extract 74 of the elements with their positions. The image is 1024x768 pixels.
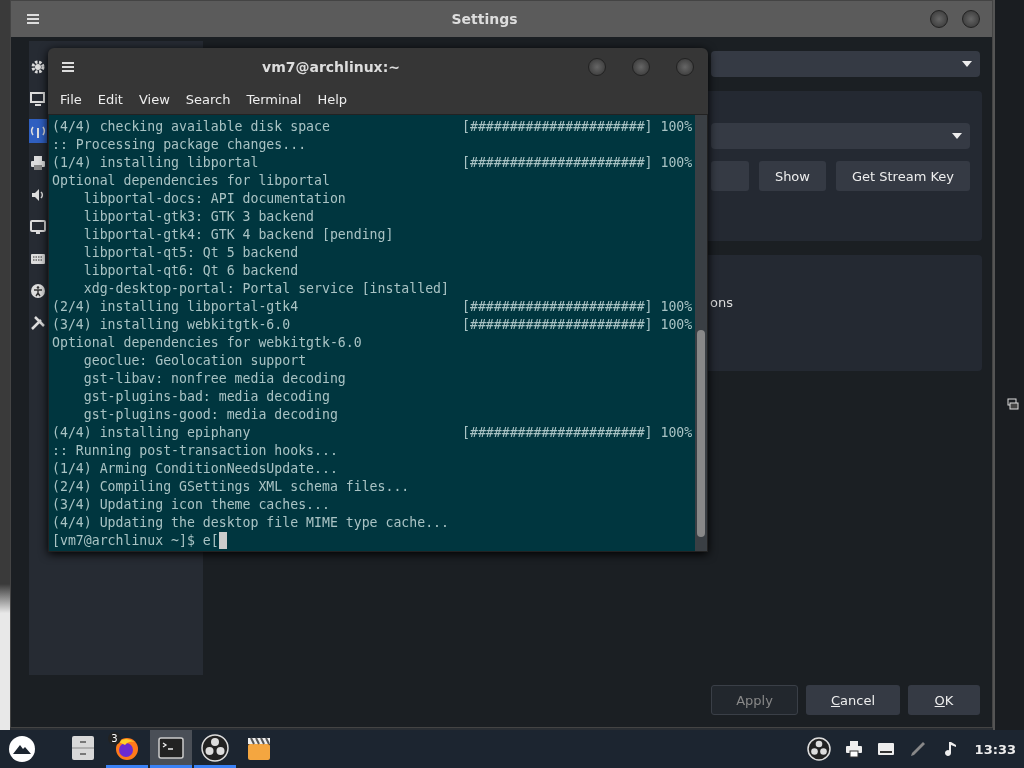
terminal-line: (4/4) checking available disk space [52,118,331,136]
caret-icon [962,61,972,67]
obs-tray-icon[interactable] [806,737,831,761]
menu-icon[interactable] [27,14,39,24]
terminal-line: xdg-desktop-portal: Portal service [installed] [82,280,449,298]
terminal-line: gst-libav: nonfree media decoding [82,370,346,388]
terminal-line: (2/4) Compiling GSettings XML schema files... [52,478,410,496]
tools-icon [30,315,46,331]
terminal-line: gst-plugins-bad: media decoding [82,388,330,406]
obs-icon [201,733,229,762]
screen-icon [30,219,46,235]
speaker-icon [30,187,46,203]
terminal-line: (3/4) installing webkitgtk-6.0 [52,316,292,334]
option-label: ons [710,295,734,310]
terminal-line: libportal-qt6: Qt 6 backend [82,262,299,280]
menu-item[interactable]: Search [177,91,239,107]
menu-item[interactable]: Edit [89,91,131,107]
menu-item[interactable]: View [130,91,178,107]
caret-icon [952,133,962,139]
progress-text: [######################] 100% [462,118,693,136]
stream-key-field[interactable] [711,161,749,191]
taskbar-app[interactable]: 3 [106,730,148,768]
scroll-thumb[interactable] [697,330,705,537]
maximize-button[interactable] [632,58,650,76]
menu-item[interactable]: Help [309,91,356,107]
progress-text: [######################] 100% [462,154,693,172]
taskbar-app[interactable] [150,730,192,768]
file-cabinet-icon [69,733,97,762]
text-cursor [218,532,227,549]
terminal-line: (1/4) Arming ConditionNeedsUpdate... [52,460,338,478]
menu-item[interactable]: Terminal [238,91,310,107]
terminal-line: libportal-gtk3: GTK 3 backend [82,208,314,226]
keyboard-icon [30,251,46,267]
terminal-line: Optional dependencies for libportal [52,172,330,190]
start-menu-icon[interactable] [8,735,36,763]
menu-icon[interactable] [62,62,74,72]
progress-text: [######################] 100% [462,316,693,334]
stream-key-button[interactable]: Show [758,161,826,191]
window-title: vm7@archlinux:~ [261,59,401,75]
terminal-line: libportal-qt5: Qt 5 backend [82,244,299,262]
window-title: Settings [450,11,519,27]
progress-text: [######################] 100% [462,298,693,316]
terminal-line: geoclue: Geolocation support [82,352,307,370]
stream-key-button[interactable]: Get Stream Key [835,161,970,191]
clock[interactable]: 13:33 [974,741,1016,757]
minimize-button[interactable] [588,58,606,76]
pen-icon[interactable] [908,740,927,758]
terminal-line: (4/4) installing epiphany [52,424,252,442]
windows-icon [1007,398,1019,410]
printer-icon[interactable] [844,740,863,758]
terminal-line: (1/4) installing libportal [52,154,260,172]
terminal-line: (3/4) Updating icon theme caches... [52,496,330,514]
sidebar-item[interactable] [29,119,47,143]
terminal-line: libportal-docs: API documentation [82,190,346,208]
terminal-line: libportal-gtk4: GTK 4 backend [pending] [82,226,394,244]
printer-icon [30,155,46,171]
gear-icon [30,59,46,75]
dialog-button[interactable]: Cancel [806,685,900,715]
terminal-line: :: Processing package changes... [52,136,307,154]
terminal-line: :: Running post-transaction hooks... [52,442,338,460]
accessibility-icon [30,283,46,299]
terminal-line: gst-plugins-good: media decoding [82,406,338,424]
menu-item[interactable]: File [52,91,90,107]
terminal-line: (2/4) installing libportal-gtk4 [52,298,300,316]
keyboard-icon[interactable] [876,740,895,758]
progress-text: [######################] 100% [462,424,693,442]
scrollbar[interactable] [695,115,707,551]
command-prompt: [vm7@archlinux ~]$ e[ [52,532,219,550]
dialog-button[interactable]: OK [908,685,980,715]
terminal-line: (4/4) Updating the desktop file MIME type cache... [52,514,449,532]
terminal-line: Optional dependencies for webkitgtk-6.0 [52,334,362,352]
monitor-icon [30,91,46,107]
notification-badge: 3 [108,732,121,745]
close-button[interactable] [676,58,694,76]
